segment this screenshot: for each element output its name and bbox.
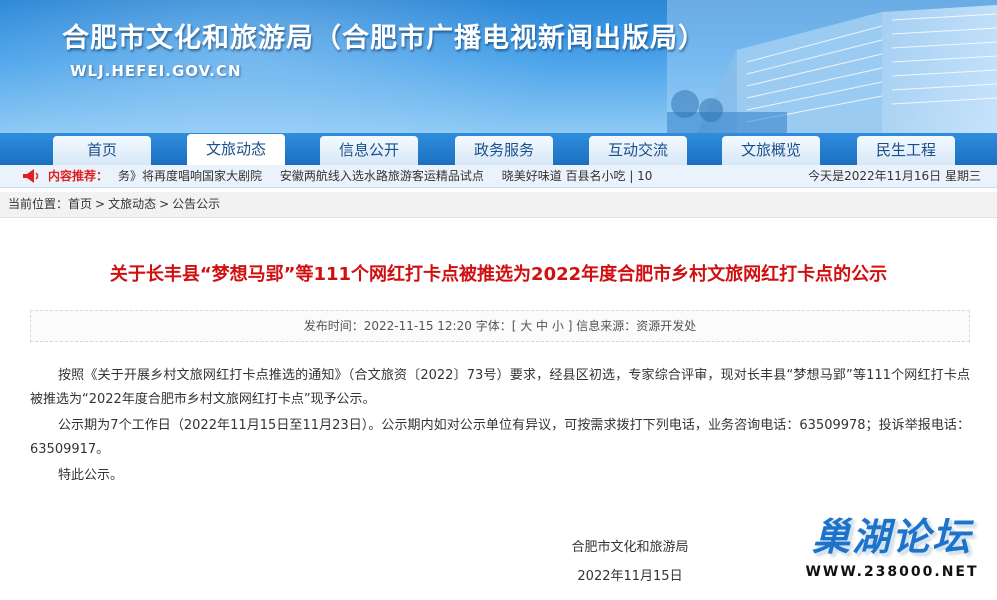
article-paragraph: 公示期为7个工作日（2022年11月15日至11月23日）。公示期内如对公示单位… <box>30 418 970 457</box>
nav-tab-culture-news[interactable]: 文旅动态 <box>187 134 285 165</box>
article-sign-date: 2022年11月15日 <box>577 569 683 584</box>
site-url: WLJ.HEFEI.GOV.CN <box>70 62 242 80</box>
site-banner: 合肥市文化和旅游局（合肥市广播电视新闻出版局） WLJ.HEFEI.GOV.CN <box>0 0 997 133</box>
publish-label: 发布时间： <box>303 319 364 333</box>
watermark-brand: 巢湖论坛 <box>811 515 972 559</box>
breadcrumb-notices[interactable]: 公告公示 <box>172 197 220 211</box>
breadcrumb-prefix: 当前位置： <box>8 197 69 211</box>
article-title: 关于长丰县“梦想马郢”等111个网红打卡点被推选为2022年度合肥市乡村文旅网红… <box>109 264 888 285</box>
font-size-end: ] <box>567 319 573 333</box>
breadcrumb: 当前位置：首页 > 文旅动态 > 公告公示 <box>0 192 997 218</box>
font-size-label: 字体：[ <box>475 319 517 333</box>
article-paragraph: 特此公示。 <box>58 468 124 483</box>
forum-watermark: 巢湖论坛 WWW.238000.NET <box>797 513 987 597</box>
nav-tab-interaction[interactable]: 互动交流 <box>589 136 687 165</box>
ticker-item[interactable]: 安徽两航线入选水路旅游客运精品试点 <box>280 169 484 183</box>
source-value: 资源开发处 <box>636 319 697 333</box>
ticker-label: 内容推荐： <box>48 169 109 183</box>
megaphone-icon <box>23 169 39 183</box>
breadcrumb-culture-news[interactable]: 文旅动态 <box>108 197 156 211</box>
article-paragraph: 按照《关于开展乡村文旅网红打卡点推选的通知》（合文旅资〔2022〕73号）要求，… <box>30 368 970 407</box>
nav-tab-overview[interactable]: 文旅概览 <box>722 136 820 165</box>
nav-tab-livelihood[interactable]: 民生工程 <box>857 136 955 165</box>
today-date: 今天是2022年11月16日 星期三 <box>808 169 981 183</box>
source-label: 信息来源： <box>576 319 637 333</box>
main-nav: 首页 文旅动态 信息公开 政务服务 互动交流 文旅概览 民生工程 <box>0 133 997 165</box>
breadcrumb-separator: > <box>159 197 170 211</box>
ticker-items: 务》将再度唱响国家大剧院 安徽两航线入选水路旅游客运精品试点 晓美好味道 百县名… <box>118 165 653 187</box>
font-size-small-button[interactable]: 小 <box>552 319 564 333</box>
breadcrumb-separator: > <box>95 197 106 211</box>
watermark-site: WWW.238000.NET <box>805 564 979 580</box>
article-meta: 发布时间：2022-11-15 12:20 字体：[ 大 中 小 ] 信息来源：… <box>30 310 970 342</box>
nav-tab-info-disclosure[interactable]: 信息公开 <box>320 136 418 165</box>
ticker-item[interactable]: 务》将再度唱响国家大剧院 <box>118 169 262 183</box>
article-signature: 合肥市文化和旅游局 <box>571 540 689 555</box>
font-size-large-button[interactable]: 大 <box>520 319 532 333</box>
article-body: 按照《关于开展乡村文旅网红打卡点推选的通知》（合文旅资〔2022〕73号）要求，… <box>30 364 970 490</box>
recommend-ticker: 内容推荐： 务》将再度唱响国家大剧院 安徽两航线入选水路旅游客运精品试点 晓美好… <box>0 165 997 188</box>
ticker-item[interactable]: 晓美好味道 百县名小吃 | 100ᯅ <box>502 169 653 183</box>
building-illustration <box>667 0 997 133</box>
breadcrumb-home[interactable]: 首页 <box>68 197 92 211</box>
font-size-medium-button[interactable]: 中 <box>536 319 548 333</box>
nav-tab-gov-services[interactable]: 政务服务 <box>455 136 553 165</box>
site-title: 合肥市文化和旅游局（合肥市广播电视新闻出版局） <box>62 23 706 54</box>
publish-time: 2022-11-15 12:20 <box>363 319 472 333</box>
nav-tab-home[interactable]: 首页 <box>53 136 151 165</box>
